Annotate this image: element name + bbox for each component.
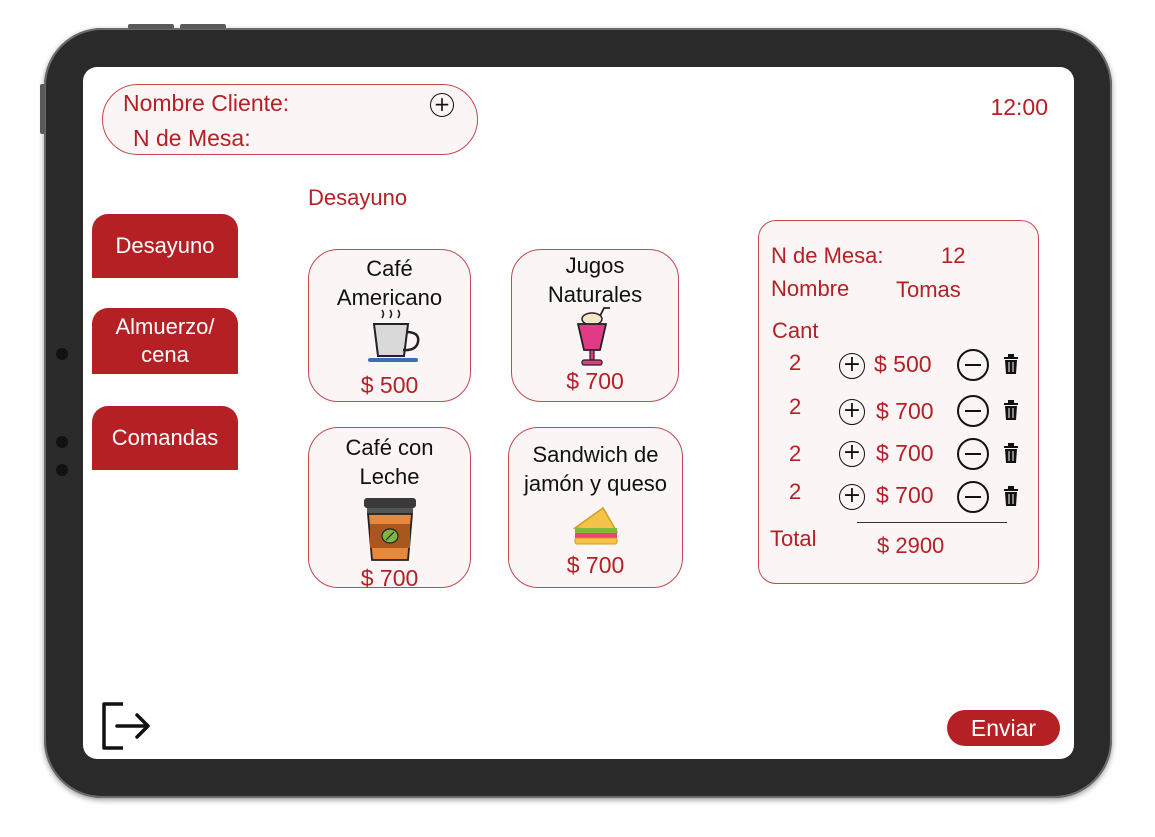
order-total-value: $ 2900	[877, 533, 945, 558]
clock: 12:00	[990, 94, 1048, 120]
takeaway-coffee-icon	[364, 498, 416, 561]
trash-icon[interactable]	[1003, 400, 1019, 420]
device-button	[180, 24, 226, 29]
decrease-qty-icon[interactable]	[957, 438, 989, 470]
table-number-label: N de Mesa:	[133, 125, 251, 151]
order-row-price: $ 500	[874, 351, 932, 377]
increase-qty-icon[interactable]: +	[839, 399, 865, 425]
decrease-qty-icon[interactable]	[957, 395, 989, 427]
category-comandas[interactable]: Comandas	[92, 406, 238, 470]
trash-icon[interactable]	[1003, 354, 1019, 374]
order-table-value: 12	[941, 243, 966, 268]
order-row-price: $ 700	[876, 482, 934, 508]
trash-icon[interactable]	[1003, 443, 1019, 463]
product-name: Sandwich de jamón y queso	[523, 442, 668, 496]
camera-dot	[56, 436, 68, 448]
add-client-icon[interactable]: +	[430, 93, 454, 117]
order-qty-header: Cant	[772, 318, 819, 343]
camera-dot	[56, 464, 68, 476]
client-name-label: Nombre Cliente:	[123, 90, 290, 116]
product-name: Jugos Naturales	[547, 253, 643, 307]
product-price: $ 700	[360, 565, 419, 591]
category-label: Almuerzo/ cena	[115, 314, 215, 367]
sandwich-icon	[573, 506, 619, 545]
increase-qty-icon[interactable]: +	[839, 441, 865, 467]
order-table-label: N de Mesa:	[771, 243, 884, 268]
total-divider	[857, 522, 1007, 523]
category-almuerzo[interactable]: Almuerzo/ cena	[92, 308, 238, 374]
category-desayuno[interactable]: Desayuno	[92, 214, 238, 278]
order-name-value: Tomas	[896, 277, 961, 302]
decrease-qty-icon[interactable]	[957, 481, 989, 513]
category-label: Desayuno	[115, 233, 215, 258]
product-price: $ 700	[566, 552, 625, 578]
order-row-qty: 2	[789, 394, 802, 419]
device-side-button	[40, 84, 45, 134]
decrease-qty-icon[interactable]	[957, 349, 989, 381]
camera-dot	[56, 348, 68, 360]
product-card-cafe-con-leche[interactable]: Café con Leche $ 700	[308, 427, 471, 591]
order-total-label: Total	[770, 526, 817, 551]
order-row-qty: 2	[789, 479, 802, 504]
order-row-price: $ 700	[876, 398, 934, 424]
section-title: Desayuno	[308, 185, 408, 210]
increase-qty-icon[interactable]: +	[839, 484, 865, 510]
order-row-price: $ 700	[876, 440, 934, 466]
app-screen: Nombre Cliente: N de Mesa: + 12:00 Desay…	[83, 67, 1074, 759]
product-price: $ 500	[360, 372, 419, 398]
product-price: $ 700	[566, 368, 624, 394]
increase-qty-icon[interactable]: +	[839, 353, 865, 379]
order-name-label: Nombre	[771, 276, 850, 301]
milkshake-icon	[576, 307, 610, 366]
order-row-qty: 2	[789, 441, 802, 466]
product-name: Café con Leche	[345, 435, 434, 489]
product-card-cafe-americano[interactable]: Café Americano $ 500	[308, 249, 471, 402]
device-button	[128, 24, 174, 29]
order-summary: N de Mesa: 12 Nombre Tomas Cant 2 + $ 50…	[758, 220, 1039, 584]
send-button[interactable]: Enviar	[947, 710, 1060, 746]
product-card-jugos-naturales[interactable]: Jugos Naturales $ 700	[511, 249, 679, 402]
product-name: Café Americano	[336, 256, 443, 310]
coffee-cup-icon	[368, 309, 420, 362]
client-info-box[interactable]: Nombre Cliente: N de Mesa: +	[102, 84, 478, 155]
order-row-qty: 2	[789, 350, 802, 375]
category-label: Comandas	[111, 425, 219, 450]
logout-icon[interactable]	[101, 701, 153, 753]
product-card-sandwich[interactable]: Sandwich de jamón y queso $ 700	[508, 427, 683, 588]
trash-icon[interactable]	[1003, 486, 1019, 506]
